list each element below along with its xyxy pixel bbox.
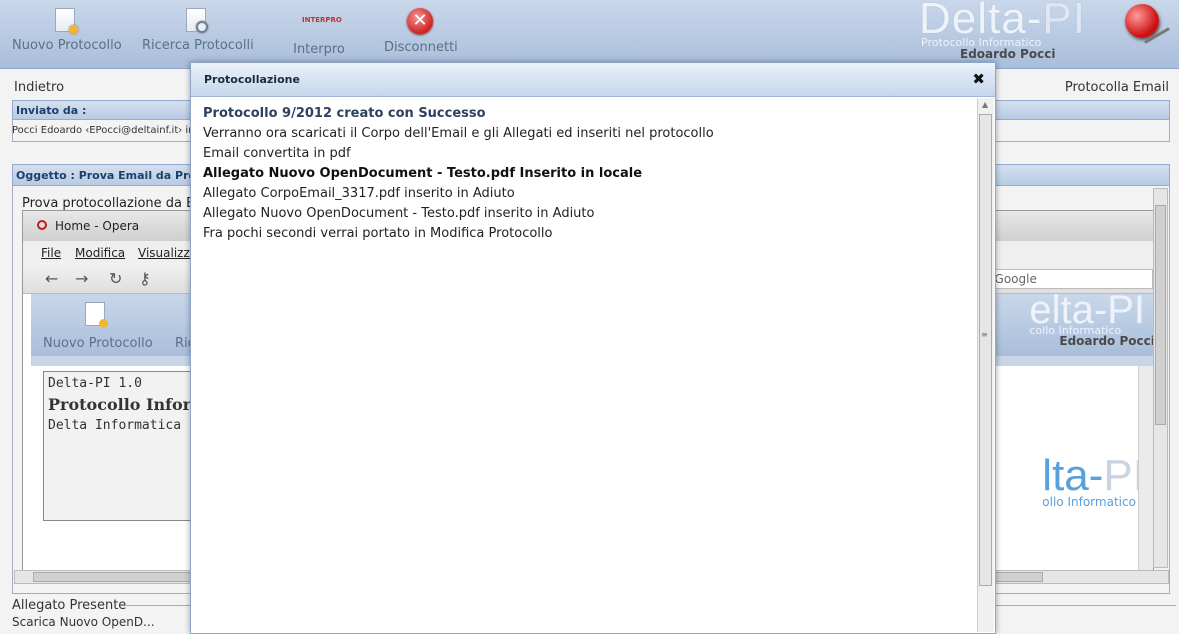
new-protocol-button[interactable]: Nuovo Protocollo [12, 4, 122, 62]
search-protocols-button[interactable]: Ricerca Protocolli [142, 4, 254, 62]
embedded-big-logo-brand: lta- [1042, 451, 1104, 500]
interpro-button[interactable]: INTERPRO Interpro [290, 4, 348, 62]
attachment-section-title: Allegato Presente [12, 598, 127, 613]
dialog-log: Protocollo 9/2012 creato con Successo Ver… [203, 104, 968, 244]
opera-logo-icon [37, 220, 47, 230]
embedded-new-protocol-label: Nuovo Protocollo [43, 336, 153, 351]
interpro-logo-icon: INTERPRO [302, 16, 342, 24]
key-icon: ⚷ [139, 269, 151, 288]
back-arrow-icon: ← [45, 269, 59, 288]
embedded-logo-user: Edoardo Pocci [1059, 334, 1154, 348]
search-protocols-label: Ricerca Protocolli [142, 38, 254, 53]
embedded-big-logo: lta-PI ollo Informatico [1042, 451, 1145, 509]
dialog-log-line: Allegato CorpoEmail_3317.pdf inserito in… [203, 186, 515, 201]
close-icon[interactable]: ✖ [972, 70, 985, 88]
dialog-log-line: Email convertita in pdf [203, 146, 351, 161]
embedded-menu-file: File [41, 246, 62, 260]
protocol-email-link[interactable]: Protocolla Email [1065, 80, 1169, 95]
app-logo: Delta-PI Protocollo Informatico Edoardo … [919, 0, 1179, 66]
dialog-log-line: Protocollo 9/2012 creato con Successo [203, 106, 486, 121]
dialog-title: Protocollazione [204, 73, 300, 86]
new-protocol-label: Nuovo Protocollo [12, 38, 122, 53]
dialog-scrollbar[interactable]: ▲ ≡ [977, 98, 994, 632]
email-body-title: Prova protocollazione da Er [22, 196, 200, 211]
protocollazione-dialog: Protocollazione ✖ Protocollo 9/2012 crea… [190, 62, 996, 634]
dialog-log-line: Allegato Nuovo OpenDocument - Testo.pdf … [203, 206, 595, 221]
scroll-thumb[interactable] [979, 114, 992, 586]
embedded-window-title: Home - Opera [55, 219, 140, 233]
back-link[interactable]: Indietro [14, 80, 64, 95]
embedded-big-logo-subtitle: ollo Informatico [1042, 495, 1136, 509]
disconnect-button[interactable]: ✕ Disconnetti [384, 4, 458, 62]
embedded-scrollbar [1138, 366, 1153, 576]
dialog-header: Protocollazione ✖ [191, 63, 995, 97]
scroll-thumb[interactable] [1155, 205, 1166, 425]
embedded-menu-view: Visualizza [138, 246, 198, 260]
disconnect-label: Disconnetti [384, 40, 458, 55]
push-pin-icon [1125, 4, 1159, 38]
main-toolbar: Nuovo Protocollo Ricerca Protocolli INTE… [0, 0, 1179, 69]
embedded-menu-edit: Modifica [75, 246, 126, 260]
search-document-icon [186, 8, 208, 33]
logged-user-name: Edoardo Pocci [960, 47, 1056, 61]
attachment-download-link[interactable]: Scarica Nuovo OpenD... [12, 615, 155, 629]
sender-value: Pocci Edoardo ‹EPocci@deltainf.it› in [12, 125, 195, 136]
dialog-log-line: Verranno ora scaricati il Corpo dell'Ema… [203, 126, 714, 141]
close-circle-icon: ✕ [407, 8, 433, 34]
email-body-vertical-scrollbar[interactable] [1153, 188, 1168, 568]
dialog-log-line: Allegato Nuovo OpenDocument - Testo.pdf … [203, 166, 643, 181]
reload-icon: ↻ [109, 269, 123, 288]
forward-arrow-icon: → [75, 269, 89, 288]
new-document-icon [55, 8, 78, 34]
interpro-label: Interpro [293, 42, 345, 57]
new-document-icon [85, 302, 108, 328]
embedded-logo: elta-PI collo Informatico Edoardo Pocci [1029, 288, 1153, 348]
scroll-up-icon[interactable]: ▲ [982, 100, 988, 109]
scroll-grip-icon: ≡ [981, 330, 988, 339]
dialog-log-line: Fra pochi secondi verrai portato in Modi… [203, 226, 553, 241]
